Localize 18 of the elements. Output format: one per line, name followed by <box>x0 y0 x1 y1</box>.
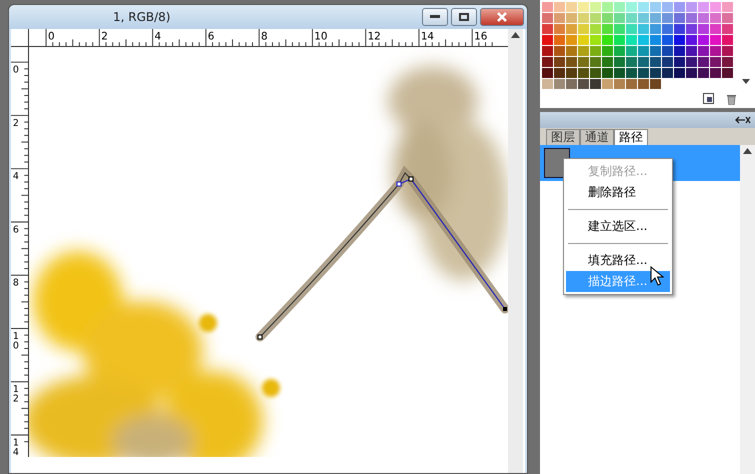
ruler-label: 16 <box>474 30 488 42</box>
window-title: 1, RGB/8) <box>113 9 172 26</box>
ruler-label: 4 <box>12 171 19 182</box>
ruler-label: 8 <box>12 278 19 289</box>
ruler-label: 6 <box>12 224 19 236</box>
ruler-label: 2 <box>101 30 108 42</box>
ruler-label: 6 <box>208 30 214 42</box>
ruler-label: 12 <box>368 30 381 42</box>
ruler-label: 10 <box>12 330 19 352</box>
ruler-label: 2 <box>12 118 19 129</box>
ruler-label: 0 <box>12 64 19 76</box>
ruler-label: 8 <box>261 30 268 42</box>
ruler-label: 14 <box>12 437 19 457</box>
ruler-label: 12 <box>12 384 19 405</box>
ruler-label: 10 <box>314 30 328 42</box>
ruler-label: 0 <box>48 30 55 42</box>
ruler-label: 4 <box>154 30 162 42</box>
ruler-label: 14 <box>420 30 434 42</box>
